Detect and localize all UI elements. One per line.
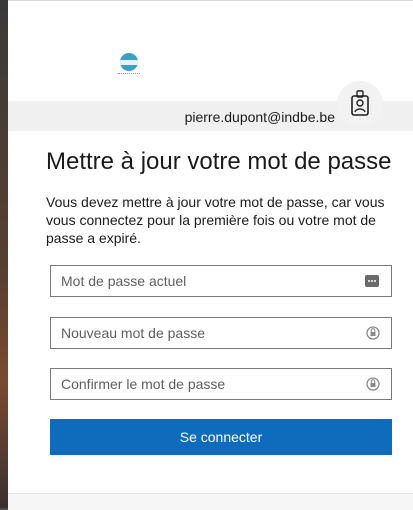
new-password-field[interactable] — [50, 317, 392, 349]
page-description: Vous devez mettre à jour votre mot de pa… — [46, 194, 385, 246]
current-password-input[interactable] — [51, 266, 361, 296]
background-edge — [0, 0, 8, 508]
badge-icon — [337, 81, 383, 127]
sign-in-button[interactable]: Se connecter — [50, 419, 392, 455]
password-manager-icon[interactable] — [365, 275, 379, 287]
current-password-field[interactable] — [50, 265, 392, 297]
new-password-input[interactable] — [51, 318, 361, 348]
confirm-password-field[interactable] — [50, 368, 392, 400]
organization-logo — [120, 53, 138, 71]
signin-card: pierre.dupont@indbe.be Mettre à jour vot… — [8, 0, 413, 510]
footer-divider — [8, 493, 413, 510]
password-lock-icon[interactable] — [366, 376, 380, 392]
page-title: Mettre à jour votre mot de passe — [46, 148, 392, 175]
password-lock-icon[interactable] — [366, 325, 380, 341]
confirm-password-input[interactable] — [51, 369, 361, 399]
logo-underline — [118, 73, 140, 76]
account-email: pierre.dupont@indbe.be — [184, 109, 335, 125]
